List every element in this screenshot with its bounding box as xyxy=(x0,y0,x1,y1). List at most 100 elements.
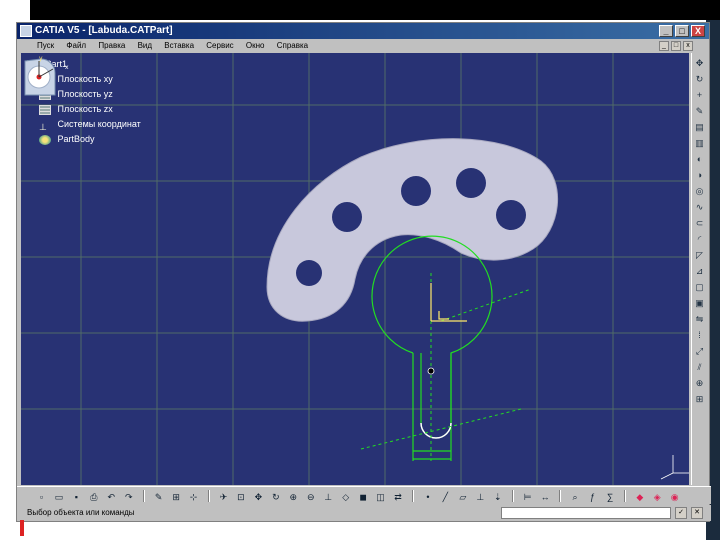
hide-show-icon[interactable]: ◫ xyxy=(375,492,386,503)
svg-text:y: y xyxy=(39,55,43,62)
catia-window: CATIA V5 - [Labuda.CATPart] _ □ X Пуск Ф… xyxy=(16,22,711,522)
toolbar-separator xyxy=(623,490,626,502)
measure-icon[interactable]: ⊞ xyxy=(694,393,706,405)
menu-insert[interactable]: Вставка xyxy=(164,41,194,50)
labuda-part-profile xyxy=(266,138,559,322)
menu-view[interactable]: Вид xyxy=(138,41,152,50)
tree-item-partbody[interactable]: PartBody xyxy=(27,132,141,147)
point-icon[interactable]: • xyxy=(422,492,433,503)
rotate-view-icon[interactable]: ↻ xyxy=(270,492,281,503)
tree-item-zx-plane[interactable]: Плоскость zx xyxy=(27,102,141,117)
part-hole xyxy=(496,200,526,230)
status-bar: Выбор объекта или команды ✓ ✕ xyxy=(17,505,711,521)
publish-icon[interactable]: ◉ xyxy=(669,492,680,503)
split-icon[interactable]: ⫽ xyxy=(694,361,706,373)
doc-close-button[interactable]: x xyxy=(683,41,693,51)
fillet-icon[interactable]: ◜ xyxy=(694,233,706,245)
toolbar-separator xyxy=(511,490,514,502)
toolbar-separator xyxy=(142,490,145,502)
close-button[interactable]: X xyxy=(691,25,705,37)
keyhole-sketch xyxy=(371,235,493,461)
pattern-icon[interactable]: ⁞ xyxy=(694,329,706,341)
tree-item-label: PartBody xyxy=(57,134,95,144)
chamfer-icon[interactable]: ◸ xyxy=(694,249,706,261)
sketcher-icon[interactable]: ✎ xyxy=(694,105,706,117)
maximize-button[interactable]: □ xyxy=(675,25,689,37)
catalog-icon[interactable]: ◈ xyxy=(652,492,663,503)
hole-icon[interactable]: ◎ xyxy=(694,185,706,197)
title-bar: CATIA V5 - [Labuda.CATPart] _ □ X xyxy=(17,23,709,39)
print-icon[interactable]: ⎙ xyxy=(88,492,99,503)
undo-icon[interactable]: ↶ xyxy=(106,492,117,503)
tree-item-axis-systems[interactable]: ⊥ Системы координат xyxy=(27,117,141,132)
draft-icon[interactable]: ⊿ xyxy=(694,265,706,277)
boolean-icon[interactable]: ⊕ xyxy=(694,377,706,389)
bottom-toolbar: ▫ ▭ ▪ ⎙ ↶ ↷ ✎ ⊞ ⊹ ✈ ⊡ ✥ ↻ ⊕ ⊖ ⊥ ◇ ◼ ◫ ⇄ … xyxy=(17,486,711,504)
law-icon[interactable]: ∑ xyxy=(604,492,615,503)
pan-view-icon[interactable]: ✥ xyxy=(253,492,264,503)
menu-edit[interactable]: Правка xyxy=(98,41,125,50)
save-icon[interactable]: ▪ xyxy=(71,492,82,503)
fly-icon[interactable]: ✈ xyxy=(218,492,229,503)
construction-line xyxy=(440,288,532,322)
menu-start[interactable]: Пуск xyxy=(37,41,54,50)
axis-system-icon: ⊥ xyxy=(39,121,47,132)
3d-viewport[interactable]: Part1 Плоскость xy Плоскость yz Плоскост… xyxy=(21,53,689,485)
shaft-icon[interactable]: ◐ xyxy=(694,153,706,165)
formula-icon[interactable]: ƒ xyxy=(587,492,598,503)
window-title: CATIA V5 - [Labuda.CATPart] xyxy=(35,25,173,36)
grid-icon[interactable]: ⊞ xyxy=(171,492,182,503)
slide-accent-mark xyxy=(20,520,24,536)
zoom-in-view-icon[interactable]: ⊕ xyxy=(288,492,299,503)
pan-icon[interactable]: ✥ xyxy=(694,57,706,69)
sketch-icon[interactable]: ✎ xyxy=(153,492,164,503)
zoom-in-icon[interactable]: + xyxy=(694,89,706,101)
snap-icon[interactable]: ⊹ xyxy=(188,492,199,503)
sketch-axis-triad xyxy=(430,283,467,322)
pad-icon[interactable]: ▤ xyxy=(694,121,706,133)
axis-tool-icon[interactable]: ⊥ xyxy=(475,492,486,503)
constraint-icon[interactable]: ⊨ xyxy=(522,492,533,503)
rib-icon[interactable]: ∿ xyxy=(694,201,706,213)
command-input[interactable] xyxy=(501,507,671,519)
iso-view-icon[interactable]: ◇ xyxy=(340,492,351,503)
normal-view-icon[interactable]: ⊥ xyxy=(323,492,334,503)
command-cancel-button[interactable]: ✕ xyxy=(691,507,703,519)
line-icon[interactable]: ╱ xyxy=(440,492,451,503)
dimension-icon[interactable]: ↔ xyxy=(540,492,551,503)
fit-all-icon[interactable]: ⊡ xyxy=(235,492,246,503)
mirror-icon[interactable]: ⇋ xyxy=(694,313,706,325)
groove-icon[interactable]: ◑ xyxy=(694,169,706,181)
open-icon[interactable]: ▭ xyxy=(53,492,64,503)
projection-icon[interactable]: ⇣ xyxy=(492,492,503,503)
slot-icon[interactable]: ⊂ xyxy=(694,217,706,229)
thickness-icon[interactable]: ▣ xyxy=(694,297,706,309)
menu-tools[interactable]: Сервис xyxy=(206,41,233,50)
partbody-icon xyxy=(39,134,51,145)
menu-window[interactable]: Окно xyxy=(246,41,265,50)
shading-icon[interactable]: ◼ xyxy=(358,492,369,503)
redo-icon[interactable]: ↷ xyxy=(123,492,134,503)
analysis-icon[interactable]: ⌕ xyxy=(570,492,581,503)
svg-text:x: x xyxy=(65,64,69,71)
rotate-icon[interactable]: ↻ xyxy=(694,73,706,85)
swap-space-icon[interactable]: ⇄ xyxy=(393,492,404,503)
plane-tool-icon[interactable]: ▱ xyxy=(457,492,468,503)
doc-restore-button[interactable]: □ xyxy=(671,41,681,51)
toolbar-separator xyxy=(207,490,210,502)
scale-icon[interactable]: ⤢ xyxy=(694,345,706,357)
menu-help[interactable]: Справка xyxy=(277,41,308,50)
doc-minimize-button[interactable]: _ xyxy=(659,41,669,51)
catia-app-icon xyxy=(20,25,32,37)
pocket-icon[interactable]: ▥ xyxy=(694,137,706,149)
compass-icon[interactable]: y x xyxy=(21,53,77,103)
plane-icon xyxy=(39,104,51,115)
command-ok-button[interactable]: ✓ xyxy=(675,507,687,519)
minimize-button[interactable]: _ xyxy=(659,25,673,37)
menu-file[interactable]: Файл xyxy=(66,41,86,50)
shell-icon[interactable]: ▢ xyxy=(694,281,706,293)
slide-top-band xyxy=(0,0,720,20)
zoom-out-view-icon[interactable]: ⊖ xyxy=(305,492,316,503)
new-icon[interactable]: ▫ xyxy=(36,492,47,503)
knowledge-icon[interactable]: ◆ xyxy=(634,492,645,503)
